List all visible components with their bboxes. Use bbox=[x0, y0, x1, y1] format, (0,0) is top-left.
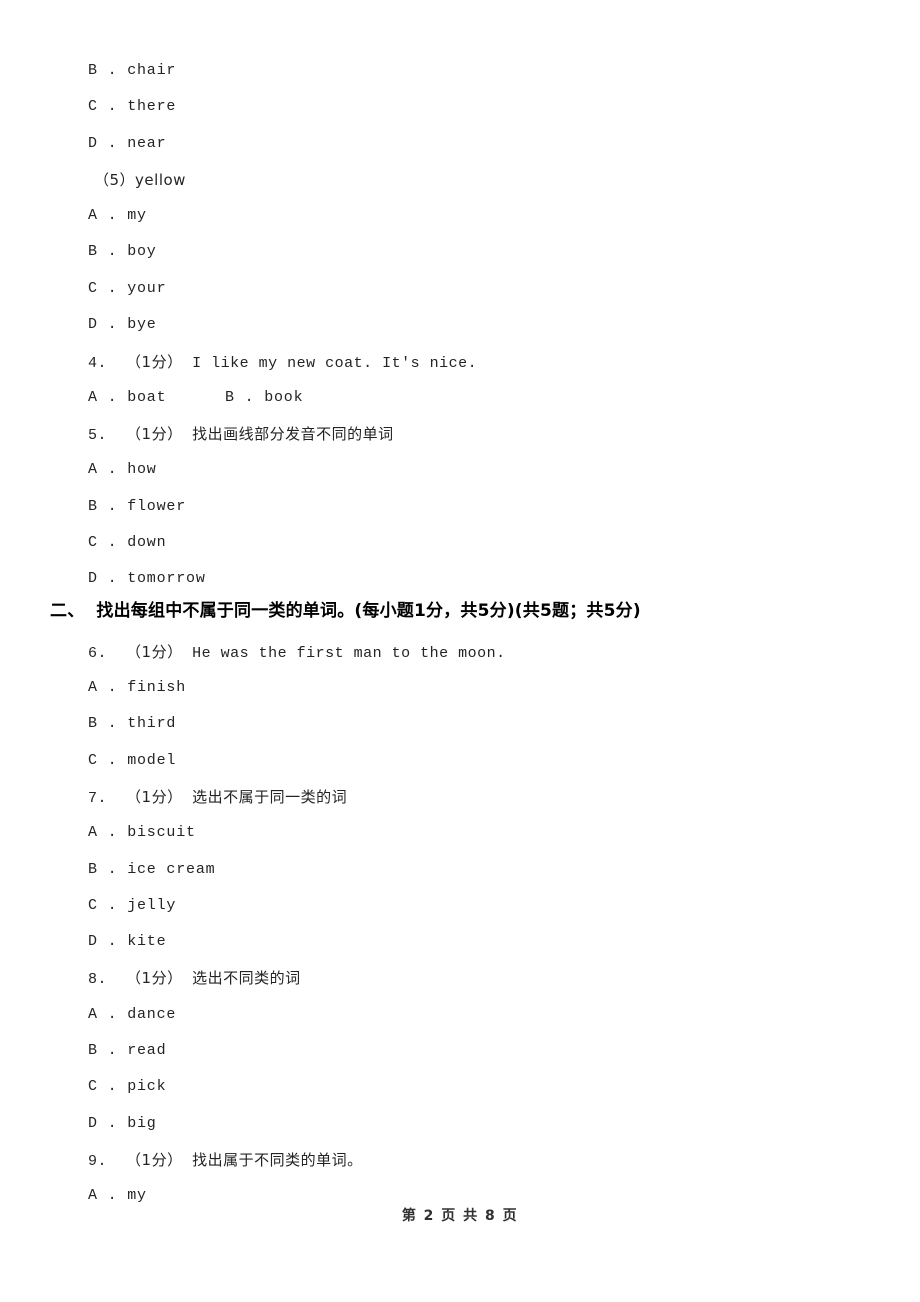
question-score: （1分） bbox=[126, 425, 183, 443]
question-stem: 9. （1分） 找出属于不同类的单词。 bbox=[88, 1151, 363, 1171]
question-score: （1分） bbox=[126, 353, 183, 371]
option-line: C . down bbox=[88, 534, 167, 551]
option-line: B . boy bbox=[88, 243, 157, 260]
option-line: B . ice cream bbox=[88, 861, 216, 878]
question-stem: 4. （1分） I like my new coat. It's nice. bbox=[88, 353, 477, 373]
option-line: C . model bbox=[88, 752, 177, 769]
question-text: I like my new coat. It's nice. bbox=[192, 355, 478, 372]
question-stem: 7. （1分） 选出不属于同一类的词 bbox=[88, 788, 347, 808]
option-line: B . third bbox=[88, 715, 177, 732]
option-line: D . near bbox=[88, 135, 167, 152]
option-line: D . bye bbox=[88, 316, 157, 333]
question-score: （1分） bbox=[126, 788, 183, 806]
option-line: D . kite bbox=[88, 933, 167, 950]
option-line: A . how bbox=[88, 461, 157, 478]
option-line: B . chair bbox=[88, 62, 177, 79]
option-line: D . big bbox=[88, 1115, 157, 1132]
question-score: （1分） bbox=[126, 969, 183, 987]
option-line: A . boat bbox=[88, 389, 167, 406]
question-number: 7. bbox=[88, 790, 108, 807]
question-stem: 5. （1分） 找出画线部分发音不同的单词 bbox=[88, 425, 394, 445]
question-score: （1分） bbox=[126, 1151, 183, 1169]
option-line: A . my bbox=[88, 1187, 147, 1204]
option-line: C . your bbox=[88, 280, 167, 297]
option-line: A . finish bbox=[88, 679, 187, 696]
question-number: 8. bbox=[88, 971, 108, 988]
question-text: 找出画线部分发音不同的单词 bbox=[192, 425, 394, 443]
question-stem: 8. （1分） 选出不同类的词 bbox=[88, 969, 301, 989]
section-title: 找出每组中不属于同一类的单词。(每小题1分，共5分)(共5题；共5分) bbox=[96, 601, 641, 621]
option-line: A . biscuit bbox=[88, 824, 196, 841]
question-stem: 6. （1分） He was the first man to the moon… bbox=[88, 643, 506, 663]
option-line: C . jelly bbox=[88, 897, 177, 914]
question-number: 9. bbox=[88, 1153, 108, 1170]
option-line: B . flower bbox=[88, 498, 187, 515]
option-line: D . tomorrow bbox=[88, 570, 206, 587]
option-line: A . my bbox=[88, 207, 147, 224]
option-line: C . there bbox=[88, 98, 177, 115]
page-footer: 第 2 页 共 8 页 bbox=[401, 1208, 519, 1224]
subquestion-label: （5）yellow bbox=[94, 171, 186, 189]
exam-page: B . chair C . there D . near （5）yellow A… bbox=[0, 0, 920, 1302]
question-number: 4. bbox=[88, 355, 108, 372]
question-number: 5. bbox=[88, 427, 108, 444]
option-line: A . dance bbox=[88, 1006, 177, 1023]
option-line: B . read bbox=[88, 1042, 167, 1059]
option-line: C . pick bbox=[88, 1078, 167, 1095]
section-heading: 二、 找出每组中不属于同一类的单词。(每小题1分，共5分)(共5题；共5分) bbox=[50, 598, 641, 624]
question-text: He was the first man to the moon. bbox=[192, 645, 506, 662]
question-score: （1分） bbox=[126, 643, 183, 661]
question-text: 找出属于不同类的单词。 bbox=[192, 1151, 363, 1169]
question-number: 6. bbox=[88, 645, 108, 662]
option-line: B . book bbox=[225, 389, 304, 406]
question-text: 选出不同类的词 bbox=[192, 969, 301, 987]
section-number: 二、 bbox=[50, 601, 85, 621]
question-text: 选出不属于同一类的词 bbox=[192, 788, 348, 806]
